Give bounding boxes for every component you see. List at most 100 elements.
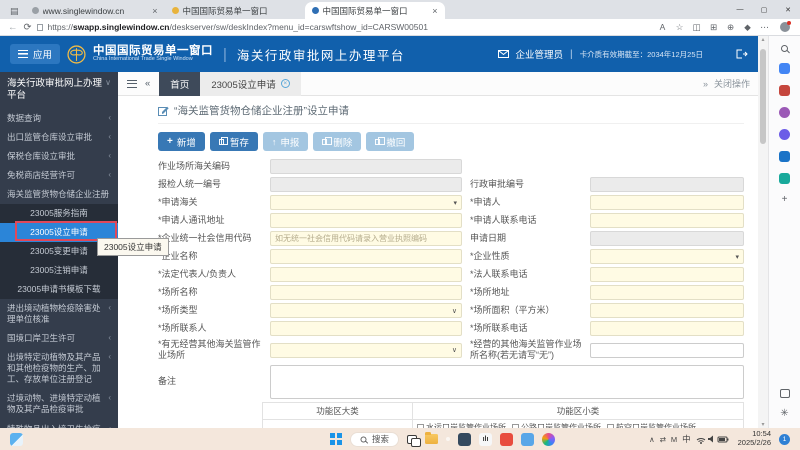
app-icon-media[interactable]: ılı [479,432,493,446]
refresh-icon[interactable]: ⟳ [24,22,32,33]
remark-textarea[interactable] [270,364,744,399]
sidebar-item[interactable]: 保税仓库设立审批 ‹ [0,147,118,166]
app-icon-swirl[interactable] [542,432,556,446]
暂存-button[interactable]: 暂存 [209,132,258,151]
workspace-tab[interactable]: 首页 [159,72,201,96]
app-icon-dark[interactable] [458,432,472,446]
scroll-tabs-left-icon[interactable]: « [145,78,150,89]
tab-close-icon[interactable]: × [432,6,437,16]
screenshot-icon[interactable] [779,389,790,398]
read-aloud-icon[interactable]: A [655,22,670,32]
field-input[interactable] [590,303,744,318]
field-input[interactable]: ▾ [270,195,462,210]
user-role[interactable]: 企业管理员 [516,47,564,61]
apps-menu-button[interactable]: 应用 [10,44,61,64]
tray-icon[interactable]: ⇄ [660,435,666,444]
people-icon[interactable] [779,107,790,118]
field-input[interactable]: ▾ [590,249,744,264]
field-input[interactable] [590,213,744,228]
workspace-tab[interactable]: 23005设立申请 × [200,72,301,96]
field-input[interactable] [270,249,462,264]
app-icon-cloud[interactable] [521,432,535,446]
app-icon-red[interactable] [500,432,514,446]
browser-tab[interactable]: www.singlewindow.cn × [25,2,165,19]
browser-essentials-icon[interactable]: ◆ [740,22,755,33]
sidebar-item[interactable]: 进出境动植物检疫除害处理单位核准 ‹ [0,299,118,329]
minimize-button[interactable]: — [728,0,752,19]
task-view-button[interactable] [407,434,421,447]
scroll-up-icon[interactable]: ▴ [761,36,764,43]
tray-icon[interactable]: ∧ [649,435,655,444]
games-icon[interactable] [779,129,790,140]
browser-tab[interactable]: 中国国际贸易单一窗口 [165,2,305,19]
sidebar-item[interactable]: 免税商店经营许可 ‹ [0,166,118,185]
field-input[interactable] [590,285,744,300]
mail-icon[interactable] [497,50,509,58]
field-input[interactable] [270,285,462,300]
sidebar-item[interactable]: 数据查询 ‹ [0,109,118,128]
notification-badge[interactable]: 1 [779,433,790,445]
field-input[interactable] [590,342,744,358]
add-tools-icon[interactable]: + [782,195,788,205]
start-button[interactable] [330,433,342,445]
office-icon[interactable] [779,151,790,162]
toolbox-icon[interactable] [779,85,790,96]
sidebar-item[interactable]: 海关行政审批网上办理平台 ∨ [0,72,118,109]
field-input[interactable]: ∨ [270,342,462,358]
edge-browser-icon[interactable] [446,437,451,441]
close-operations[interactable]: 关闭操作 [714,77,750,90]
field-input[interactable]: ∨ [270,303,462,318]
favorite-icon[interactable]: ☆ [672,22,687,33]
logout-icon[interactable] [736,49,748,59]
file-explorer-icon[interactable] [425,432,439,444]
sidebar-item[interactable]: 23005服务指南 [0,203,118,223]
extensions-icon[interactable]: ⊕ [723,22,738,33]
field-input[interactable] [270,267,462,282]
sidebar-item[interactable]: 23005注销申请 [0,261,118,281]
maximize-button[interactable]: ▢ [752,0,776,19]
page-scrollbar[interactable]: ▴ ▾ [758,36,768,428]
page-info-icon[interactable] [37,23,44,31]
input-method-indicator[interactable]: 中 [682,433,691,445]
tab-close-icon[interactable]: × [280,79,290,88]
field-input[interactable] [270,213,462,228]
settings-gear-icon[interactable]: ✳ [780,409,788,419]
profile-avatar[interactable] [780,21,791,32]
field-label: *法人联系电话 [470,268,528,279]
collapse-menu-icon[interactable] [127,79,137,88]
sidebar-item[interactable]: 国境口岸卫生许可 ‹ [0,329,118,348]
field-input[interactable] [590,321,744,336]
field-input[interactable]: 如无统一社会信用代码请录入营业执照编码 [270,231,462,246]
sidebar-item[interactable]: 23005申请书模板下载 [0,280,118,300]
tab-close-icon[interactable]: × [152,6,157,16]
collections-icon[interactable]: ⊞ [706,22,721,33]
tray-status-icons[interactable] [696,434,730,444]
taskbar-search[interactable]: 搜索 [350,431,400,447]
field-input[interactable] [590,195,744,210]
field-input[interactable] [270,321,462,336]
edit-icon [158,106,169,116]
tab-overview-icon[interactable]: ▤ [4,6,25,19]
more-menu-icon[interactable]: ⋯ [757,22,772,33]
close-button[interactable]: ✕ [776,0,800,19]
clock[interactable]: 10:54 2025/2/26 [738,430,771,447]
tray-icon[interactable]: M [671,435,677,444]
cart-icon[interactable] [779,173,790,184]
sidebar-item[interactable]: 出口监管仓库设立审批 ‹ [0,128,118,147]
sidebar-item[interactable]: 海关监管货物仓储企业注册 [0,185,118,204]
sidebar-item[interactable]: 过境动物、进境特定动植物及其产品检疫审批 ‹ [0,389,118,419]
split-screen-icon[interactable]: ◫ [689,22,704,33]
address-bar[interactable]: https://swapp.singlewindow.cn/deskserver… [37,22,649,32]
browser-tab[interactable]: 中国国际贸易单一窗口 × [304,2,445,19]
back-icon[interactable]: ← [8,22,18,33]
shopping-tag-icon[interactable] [779,63,790,74]
field-input[interactable] [590,267,744,282]
widgets-icon[interactable] [10,432,23,446]
search-icon[interactable] [781,45,788,52]
sidebar-item[interactable]: 出境特定动植物及其产品和其他检疫物的生产、加工、存放单位注册登记 ‹ [0,348,118,389]
sidebar-item[interactable]: 特殊物品出入境卫生检疫审批‹ [0,420,118,428]
scroll-down-icon[interactable]: ▾ [761,421,764,428]
新增-button[interactable]: + 新增 [158,132,205,151]
scroll-tabs-right-icon[interactable]: » [703,79,708,89]
scrollbar-thumb[interactable] [760,49,766,144]
